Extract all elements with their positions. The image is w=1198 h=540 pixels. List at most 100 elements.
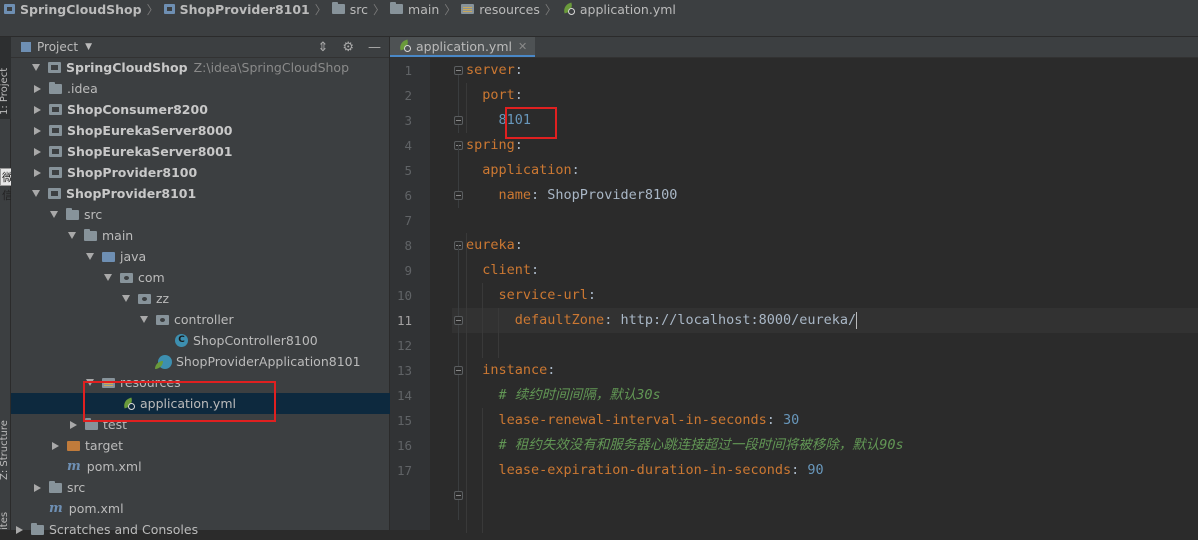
breadcrumb-item-project[interactable]: SpringCloudShop 〉 (4, 0, 164, 27)
module-folder-icon (48, 188, 61, 199)
breadcrumb-label: ShopProvider8101 (179, 1, 310, 17)
gear-icon[interactable]: ⚙ (342, 40, 354, 55)
tree-item-pom-xml[interactable]: m pom.xml (11, 456, 445, 477)
fold-icon[interactable] (454, 191, 463, 200)
project-panel-header: Project ▼ ⇕ ⚙ — (11, 37, 389, 58)
tree-item-src-root[interactable]: src (11, 477, 410, 498)
tree-item-label: src (67, 480, 86, 495)
chevron-right-icon[interactable] (34, 105, 41, 114)
chevron-right-icon: 〉 (373, 2, 386, 17)
breadcrumb-item-file[interactable]: application.yml (561, 0, 676, 27)
tree-item-main[interactable]: main (11, 225, 446, 246)
tree-item-shopconsumer8200[interactable]: ShopConsumer8200 (11, 99, 410, 120)
chevron-right-icon[interactable] (34, 126, 41, 135)
minimize-icon[interactable]: — (368, 40, 381, 55)
module-folder-icon (49, 104, 62, 115)
project-tool-tab[interactable]: 1: Project (0, 37, 11, 119)
fold-icon[interactable] (454, 316, 463, 325)
line-number: 16 (396, 438, 412, 453)
tree-item-label: ShopEurekaServer8001 (67, 144, 233, 159)
tree-item-shopprovider8100[interactable]: ShopProvider8100 (11, 162, 410, 183)
tree-item-idea[interactable]: .idea (11, 78, 410, 99)
fold-icon[interactable] (454, 66, 463, 75)
code-line[interactable]: lease-expiration-duration-in-seconds: 90 (466, 458, 824, 483)
package-icon (120, 272, 133, 283)
line-number: 1 (404, 63, 412, 78)
chevron-down-icon[interactable] (86, 253, 94, 260)
spring-yml-icon (561, 2, 576, 15)
highlight-box-port (505, 107, 557, 139)
breadcrumb-item-module[interactable]: ShopProvider8101 〉 (163, 0, 332, 27)
line-number: 2 (404, 88, 412, 103)
code-line[interactable]: defaultZone: http://localhost:8000/eurek… (466, 308, 858, 333)
project-view-selector[interactable]: Project ▼ (21, 38, 92, 56)
fold-icon[interactable] (454, 366, 463, 375)
line-number: 4 (404, 138, 412, 153)
tree-item-shopeurekaserver8000[interactable]: ShopEurekaServer8000 (11, 120, 410, 141)
fold-icon[interactable] (454, 116, 463, 125)
code-line[interactable]: instance: (466, 358, 555, 383)
module-folder-icon (49, 125, 62, 136)
resources-folder-icon (461, 4, 475, 14)
breadcrumb: SpringCloudShop 〉 ShopProvider8101 〉 src 〉 … (0, 0, 676, 36)
code-line[interactable]: application: (466, 158, 580, 183)
excluded-folder-icon (67, 440, 80, 451)
tree-item-src[interactable]: src (11, 204, 428, 225)
code-line[interactable]: server: (466, 58, 523, 83)
breadcrumb-label: main (408, 1, 440, 17)
chevron-right-icon[interactable] (34, 84, 41, 93)
highlight-box-tree (83, 381, 276, 422)
breadcrumb-item-resources[interactable]: resources 〉 (461, 0, 562, 27)
chevron-down-icon[interactable] (68, 232, 76, 239)
chevron-right-icon[interactable] (34, 147, 41, 156)
project-panel: Project ▼ ⇕ ⚙ — SpringCloudShop Z:\idea\S… (11, 37, 500, 537)
code-line[interactable]: service-url: (466, 283, 597, 308)
folder-icon (66, 207, 79, 220)
line-number: 9 (404, 263, 412, 278)
code-line[interactable]: # 租约失效没有和服务器心跳连接超过一段时间将被移除，默认90s (466, 433, 904, 458)
chevron-right-icon: 〉 (314, 2, 327, 17)
line-number: 5 (404, 163, 412, 178)
tab-application-yml[interactable]: application.yml ✕ (390, 37, 536, 57)
tree-item-shopprovider8101[interactable]: ShopProvider8101 (11, 183, 410, 204)
favorites-tool-tab[interactable]: ites (0, 512, 10, 530)
chevron-down-icon[interactable] (32, 190, 40, 197)
fold-icon[interactable] (454, 491, 463, 500)
breadcrumb-item-main[interactable]: main 〉 (390, 0, 461, 27)
chevron-right-icon[interactable] (70, 420, 77, 429)
code-line[interactable]: lease-renewal-interval-in-seconds: 30 (466, 408, 800, 433)
tree-item-springcloudshop[interactable]: SpringCloudShop Z:\idea\SpringCloudShop (11, 57, 410, 78)
tree-item-label: ShopProviderApplication8101 (176, 354, 361, 369)
folder-icon (49, 480, 62, 493)
chevron-right-icon[interactable] (34, 483, 41, 492)
tree-item-label: ShopController8100 (193, 333, 318, 348)
chevron-right-icon[interactable] (34, 168, 41, 177)
code-line[interactable]: eureka: (466, 233, 523, 258)
breadcrumb-item-src[interactable]: src 〉 (331, 0, 390, 27)
tree-item-label: src (84, 207, 103, 222)
code-line[interactable]: port: (466, 83, 523, 108)
tree-item-shopeurekaserver8001[interactable]: ShopEurekaServer8001 (11, 141, 410, 162)
chevron-down-icon[interactable] (104, 274, 112, 281)
tree-item-path: Z:\idea\SpringCloudShop (193, 60, 350, 75)
code-line[interactable]: client: (466, 258, 539, 283)
code-line[interactable]: name: ShopProvider8100 (466, 183, 678, 208)
chevron-right-icon: 〉 (444, 2, 457, 17)
tree-item-target[interactable]: target (11, 435, 428, 456)
line-number: 10 (396, 288, 412, 303)
chevron-down-icon[interactable] (50, 211, 58, 218)
structure-tool-tab[interactable]: Z: Structure (0, 420, 10, 480)
folder-icon (49, 81, 62, 94)
tree-item-pom-xml-root[interactable]: m pom.xml (11, 498, 427, 519)
collapse-all-icon[interactable]: ⇕ (317, 40, 328, 55)
close-icon[interactable]: ✕ (518, 40, 527, 53)
code-line[interactable]: # 续约时间间隔，默认30s (466, 383, 661, 408)
breadcrumb-label: SpringCloudShop (20, 1, 142, 17)
chevron-right-icon[interactable] (52, 441, 59, 450)
module-folder-icon (49, 167, 62, 178)
chevron-down-icon[interactable] (140, 316, 148, 323)
folder-icon (331, 2, 345, 14)
chevron-down-icon[interactable] (122, 295, 130, 302)
chevron-down-icon[interactable] (32, 64, 40, 71)
line-number: 8 (404, 238, 412, 253)
